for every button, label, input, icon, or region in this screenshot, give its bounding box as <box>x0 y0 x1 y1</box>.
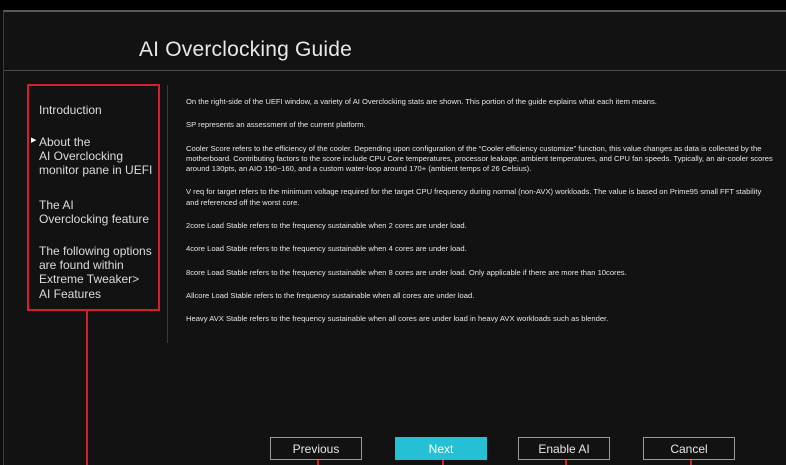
content-paragraph: 8core Load Stable refers to the frequenc… <box>186 267 627 277</box>
top-strip <box>0 0 786 10</box>
content-paragraph: On the right-side of the UEFI window, a … <box>186 97 657 106</box>
enable-ai-button[interactable]: Enable AI <box>518 437 610 460</box>
nav-item-monitor-pane[interactable]: About the AI Overclocking monitor pane i… <box>39 135 152 178</box>
previous-button[interactable]: Previous <box>270 437 362 460</box>
content-paragraph: Heavy AVX Stable refers to the frequency… <box>186 314 609 324</box>
content-paragraph: 4core Load Stable refers to the frequenc… <box>186 244 467 254</box>
nav-callout-line <box>86 311 88 465</box>
next-button[interactable]: Next <box>395 437 487 460</box>
guide-content: On the right-side of the UEFI window, a … <box>186 97 776 325</box>
content-paragraph: Allcore Load Stable refers to the freque… <box>186 290 475 300</box>
title-divider <box>4 70 786 71</box>
triangle-right-icon: ▶ <box>31 137 37 144</box>
cancel-button[interactable]: Cancel <box>643 437 735 460</box>
content-divider <box>167 85 168 343</box>
nav-item-introduction[interactable]: Introduction <box>39 103 102 117</box>
nav-item-ai-overclocking-feature[interactable]: The AI Overclocking feature <box>39 198 149 226</box>
dialog-title: AI Overclocking Guide <box>138 38 353 61</box>
nav-item-extreme-tweaker-options[interactable]: The following options are found within E… <box>39 244 152 301</box>
content-paragraph: 2core Load Stable refers to the frequenc… <box>186 221 467 231</box>
content-paragraph: SP represents an assessment of the curre… <box>186 120 366 130</box>
content-paragraph: V req for target refers to the minimum v… <box>186 187 762 207</box>
guide-nav-callout-box: Introduction ▶ About the AI Overclocking… <box>27 84 160 311</box>
content-paragraph: Cooler Score refers to the efficiency of… <box>186 143 773 174</box>
